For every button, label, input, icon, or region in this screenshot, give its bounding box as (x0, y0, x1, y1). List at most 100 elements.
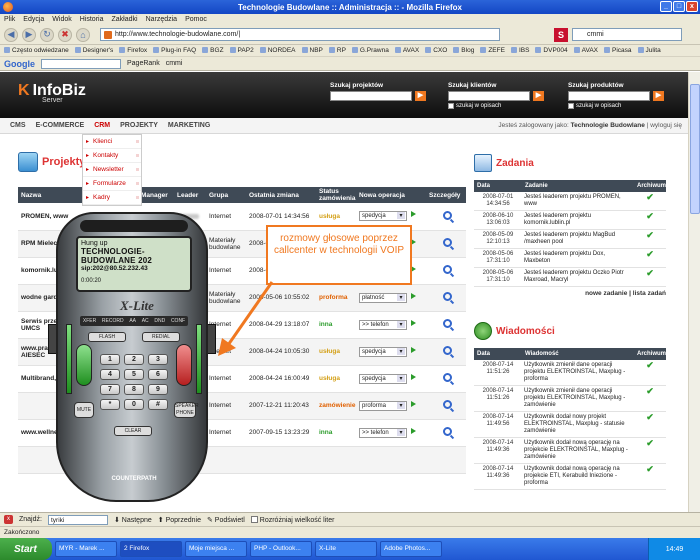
key-5[interactable]: 5 (124, 369, 144, 380)
match-case-checkbox[interactable]: Rozróżniaj wielkość liter (250, 515, 334, 524)
bookmark-item[interactable]: G.Prawna (352, 47, 389, 54)
go-arrow-icon[interactable] (411, 319, 416, 326)
xlite-top-bar[interactable] (80, 220, 188, 232)
key-7[interactable]: 7 (100, 384, 120, 395)
bookmark-item[interactable]: ZEFE (480, 47, 505, 54)
task-row[interactable]: 2008-05-06 17:31:10 Jesteś leaderem proje… (474, 267, 666, 287)
key-4[interactable]: 4 (100, 369, 120, 380)
xlite-speakerphone-button[interactable]: SPEAKER PHONE (174, 402, 199, 418)
nav-cms[interactable]: CMS (10, 122, 26, 129)
xlite-speaker-level[interactable] (196, 324, 202, 394)
search-products-input[interactable] (568, 91, 650, 101)
operation-select[interactable]: >> telefon (359, 427, 407, 438)
search-clients-notes[interactable]: szukaj w opisach (448, 103, 544, 109)
task-text[interactable]: Jesteś leaderem projektu komornik.lublin… (522, 210, 634, 230)
back-icon[interactable]: ◀ (4, 27, 18, 42)
col-last-change[interactable]: Ostatnia zmiana (246, 187, 316, 203)
operation-select[interactable]: spedycja (359, 211, 407, 222)
operation-select[interactable]: >> telefon (359, 319, 407, 330)
maximize-button[interactable]: □ (673, 1, 685, 12)
new-task-link[interactable]: nowe zadanie (585, 290, 627, 297)
menu-bookmarks[interactable]: Zakładki (111, 16, 137, 23)
vertical-scrollbar[interactable] (688, 72, 700, 512)
task-row[interactable]: 2008-07-01 14:34:56 Jesteś leaderem proje… (474, 192, 666, 211)
xlite-hangup-button[interactable] (176, 344, 192, 386)
message-row[interactable]: 2008-07-14 11:49:56 Użytkownik dodał nowy… (474, 411, 666, 438)
go-arrow-icon[interactable] (411, 373, 416, 380)
magnifier-icon[interactable] (443, 238, 452, 247)
archive-check-icon[interactable]: ✔ (633, 360, 666, 386)
crm-item-forms[interactable]: Formularze (83, 177, 141, 191)
home-icon[interactable]: ⌂ (76, 27, 90, 42)
message-row[interactable]: 2008-07-14 11:49:36 Użytkownik dodał nową… (474, 463, 666, 490)
xlite-xfer-button[interactable]: XFER (83, 318, 96, 324)
col-manager[interactable]: Manager (138, 187, 174, 203)
archive-check-icon[interactable]: ✔ (633, 210, 666, 230)
address-bar[interactable]: http://www.technologie-budowlane.com/| (100, 28, 500, 41)
bookmark-item[interactable]: NBP (302, 47, 323, 54)
search-projects-input[interactable] (330, 91, 412, 101)
xlite-mute-button[interactable]: MUTE (74, 402, 94, 418)
xlite-flash-button[interactable]: FLASH (88, 332, 126, 342)
task-text[interactable]: Jesteś leaderem projektu Dox, Maxbeton (522, 248, 634, 268)
xlite-redial-button[interactable]: REDIAL (142, 332, 180, 342)
task-row[interactable]: 2008-05-06 17:31:10 Jesteś leaderem proje… (474, 248, 666, 268)
xlite-ac-button[interactable]: AC (142, 318, 149, 324)
bookmark-item[interactable]: Często odwiedzane (4, 47, 69, 54)
magnifier-icon[interactable] (443, 373, 452, 382)
message-text[interactable]: Użytkownik dodał nowy projekt ELEKTROINS… (522, 411, 634, 438)
bookmark-item[interactable]: Julita (638, 47, 661, 54)
menu-file[interactable]: Plik (4, 16, 15, 23)
key-2[interactable]: 2 (124, 354, 144, 365)
find-next-button[interactable]: ⬇ Następne (114, 516, 152, 524)
magnifier-icon[interactable] (443, 319, 452, 328)
message-text[interactable]: Użytkownik dodał nową operację na projek… (522, 463, 634, 490)
archive-check-icon[interactable]: ✔ (633, 192, 666, 211)
magnifier-icon[interactable] (443, 427, 452, 436)
go-arrow-icon[interactable] (411, 211, 416, 218)
nav-ecommerce[interactable]: E-COMMERCE (36, 122, 85, 129)
find-input[interactable]: tyriki (47, 514, 108, 525)
key-0[interactable]: 0 (124, 399, 144, 410)
find-prev-button[interactable]: ⬆ Poprzednie (158, 516, 201, 524)
magnifier-icon[interactable] (443, 346, 452, 355)
search-products-button[interactable]: ▶ (653, 91, 664, 101)
xlite-call-button[interactable] (76, 344, 92, 386)
message-text[interactable]: Użytkownik dodał nową operację na projek… (522, 437, 634, 464)
task-row[interactable]: 2008-06-10 13:06:03 Jesteś leaderem proje… (474, 210, 666, 230)
bookmark-item[interactable]: AVAX (574, 47, 598, 54)
highlight-button[interactable]: ✎ Podświetl (207, 516, 245, 524)
operation-select[interactable]: spedycja (359, 373, 407, 384)
bookmark-item[interactable]: IBS (511, 47, 529, 54)
search-products-notes[interactable]: szukaj w opisach (568, 103, 664, 109)
crm-item-staff[interactable]: Kadry (83, 191, 141, 205)
taskbar-item[interactable]: MYR - Marek ... (55, 541, 117, 557)
key-3[interactable]: 3 (148, 354, 168, 365)
bookmark-item[interactable]: Firefox (119, 47, 147, 54)
xlite-dnd-button[interactable]: DND (154, 318, 165, 324)
magnifier-icon[interactable] (443, 400, 452, 409)
bookmark-item[interactable]: Picasa (604, 47, 632, 54)
message-row[interactable]: 2008-07-14 11:51:26 Użytkownik zmienił da… (474, 360, 666, 386)
col-group[interactable]: Grupa (206, 187, 246, 203)
xlite-aa-button[interactable]: AA (129, 318, 136, 324)
task-text[interactable]: Jesteś leaderem projektu MagBud /maxheen… (522, 229, 634, 249)
taskbar-item[interactable]: PHP - Outlook... (250, 541, 312, 557)
reload-icon[interactable]: ↻ (40, 27, 54, 42)
key-8[interactable]: 8 (124, 384, 144, 395)
operation-select[interactable]: płatność (359, 292, 407, 303)
bookmark-item[interactable]: DVP004 (535, 47, 567, 54)
google-search-input[interactable] (41, 58, 121, 69)
task-row[interactable]: 2008-05-09 12:10:13 Jesteś leaderem proje… (474, 229, 666, 249)
xlite-conf-button[interactable]: CONF (171, 318, 185, 324)
xlite-record-button[interactable]: RECORD (102, 318, 124, 324)
message-text[interactable]: Użytkownik zmienił dane operacji projekt… (522, 385, 634, 412)
bookmark-item[interactable]: Blog (453, 47, 474, 54)
scrollbar-thumb[interactable] (690, 84, 700, 214)
operation-select[interactable]: proforma (359, 400, 407, 411)
key-star[interactable]: * (100, 399, 120, 410)
logout-link[interactable]: wyloguj się (650, 122, 682, 129)
start-button[interactable]: Start (0, 538, 52, 560)
archive-check-icon[interactable]: ✔ (633, 248, 666, 268)
go-arrow-icon[interactable] (411, 400, 416, 407)
